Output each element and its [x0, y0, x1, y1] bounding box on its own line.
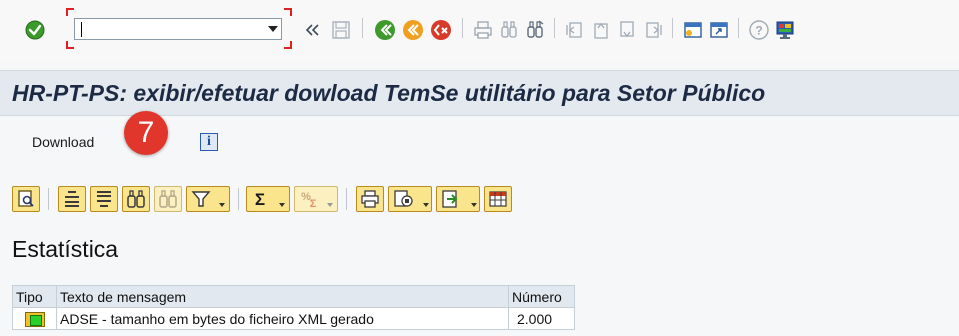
- column-header-message[interactable]: Texto de mensagem: [56, 285, 509, 308]
- number-cell[interactable]: 2.000: [508, 307, 575, 330]
- toolbar-separator: [346, 188, 347, 210]
- dropdown-arrow-icon: [219, 203, 225, 207]
- cancel-icon[interactable]: [430, 19, 452, 41]
- toolbar-separator: [462, 18, 463, 38]
- step-badge: 7: [124, 111, 168, 155]
- total-icon: Σ: [255, 190, 265, 209]
- download-button[interactable]: Download: [32, 134, 94, 150]
- details-icon: [18, 190, 34, 207]
- toolbar-separator: [554, 18, 555, 38]
- details-button[interactable]: [12, 186, 40, 212]
- toolbar-separator: [48, 188, 49, 210]
- subtotal-icon: % Σ: [301, 191, 317, 210]
- command-field-dropdown-icon[interactable]: [268, 26, 278, 32]
- focus-corner: [66, 41, 74, 49]
- command-field-wrapper: [66, 8, 292, 49]
- filter-button[interactable]: [186, 186, 230, 212]
- focus-corner: [284, 41, 292, 49]
- print-preview-icon: [361, 190, 379, 208]
- shortcut-icon[interactable]: [708, 19, 730, 41]
- find-icon[interactable]: [498, 19, 520, 41]
- enter-check-icon[interactable]: [24, 19, 46, 41]
- svg-text:Σ: Σ: [310, 198, 317, 210]
- sort-ascending-icon: [65, 191, 79, 207]
- toolbar-separator: [738, 18, 739, 38]
- text-caret: [81, 22, 82, 37]
- info-icon[interactable]: i: [200, 133, 218, 151]
- command-input[interactable]: [79, 21, 249, 37]
- table-row[interactable]: ADSE - tamanho em bytes do ficheiro XML …: [12, 307, 575, 330]
- help-icon[interactable]: ?: [748, 19, 770, 41]
- find-icon: [127, 190, 145, 208]
- find-next-button[interactable]: [154, 186, 182, 212]
- filter-icon: [191, 191, 211, 207]
- print-preview-button[interactable]: [356, 186, 384, 212]
- total-button[interactable]: Σ: [246, 186, 290, 212]
- dropdown-arrow-icon: [471, 203, 477, 207]
- svg-text:?: ?: [755, 24, 762, 38]
- focus-corner: [66, 8, 74, 16]
- export-icon: [442, 190, 458, 208]
- svg-text:Σ: Σ: [255, 190, 265, 209]
- last-page-icon[interactable]: [642, 19, 664, 41]
- export-button[interactable]: [436, 186, 480, 212]
- exit-icon[interactable]: [402, 19, 424, 41]
- column-header-number[interactable]: Número: [508, 285, 575, 308]
- collapse-double-chevron-icon[interactable]: [302, 19, 324, 41]
- table-header-row: Tipo Texto de mensagem Número: [12, 285, 575, 308]
- toolbar-separator: [672, 18, 673, 38]
- view-icon: [394, 190, 413, 207]
- customize-layout-icon[interactable]: [774, 19, 796, 41]
- dropdown-arrow-icon: [327, 203, 333, 207]
- column-header-type[interactable]: Tipo: [12, 285, 57, 308]
- focus-corner: [284, 8, 292, 16]
- page-title: HR-PT-PS: exibir/efetuar dowload TemSe u…: [12, 80, 766, 106]
- find-next-icon: [159, 190, 177, 208]
- status-cell: [12, 307, 57, 330]
- view-button[interactable]: [388, 186, 432, 212]
- sort-descending-icon: [97, 191, 111, 207]
- sort-ascending-button[interactable]: [58, 186, 86, 212]
- command-field[interactable]: [74, 18, 282, 40]
- dropdown-arrow-icon: [423, 203, 429, 207]
- message-cell[interactable]: ADSE - tamanho em bytes do ficheiro XML …: [56, 307, 509, 330]
- title-bar: HR-PT-PS: exibir/efetuar dowload TemSe u…: [0, 70, 959, 116]
- find-next-icon[interactable]: [524, 19, 546, 41]
- statistics-table: Tipo Texto de mensagem Número ADSE - tam…: [12, 285, 575, 330]
- dropdown-arrow-icon: [279, 203, 285, 207]
- subtotal-button[interactable]: % Σ: [294, 186, 338, 212]
- first-page-icon[interactable]: [564, 19, 586, 41]
- find-button[interactable]: [122, 186, 150, 212]
- previous-page-icon[interactable]: [590, 19, 612, 41]
- sort-descending-button[interactable]: [90, 186, 118, 212]
- print-icon[interactable]: [472, 19, 494, 41]
- green-light-icon: [24, 311, 45, 327]
- create-session-icon[interactable]: [682, 19, 704, 41]
- alv-toolbar: Σ % Σ: [0, 180, 959, 220]
- back-icon[interactable]: [374, 19, 396, 41]
- section-title: Estatística: [12, 236, 119, 262]
- toolbar-separator: [238, 188, 239, 210]
- layout-icon: [489, 191, 507, 207]
- system-toolbar: ?: [0, 0, 959, 62]
- layout-button[interactable]: [484, 186, 512, 212]
- save-icon[interactable]: [330, 19, 352, 41]
- next-page-icon[interactable]: [616, 19, 638, 41]
- toolbar-separator: [362, 18, 363, 38]
